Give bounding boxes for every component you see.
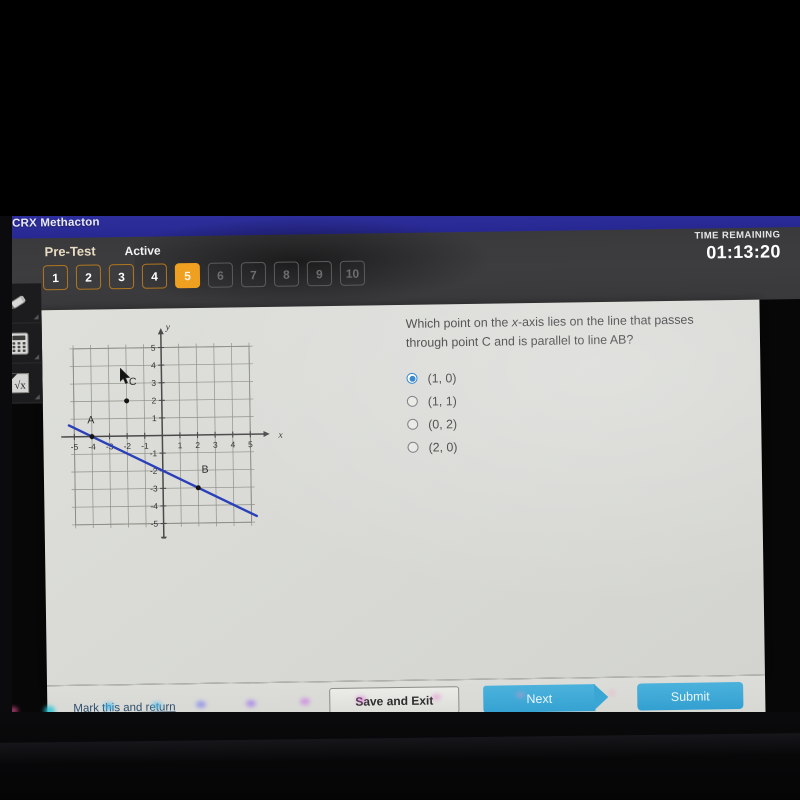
timer-label: TIME REMAINING [694,229,781,242]
test-type-label: Pre-Test [44,243,96,260]
svg-text:-4: -4 [88,442,96,452]
submit-button[interactable]: Submit [637,681,744,711]
coordinate-plane-figure: -5-4-3-2-11234554321-1-2-3-4-5xyABC [54,322,293,543]
banner-title: ner CRX Methacton [0,216,100,231]
svg-text:-5: -5 [71,442,79,452]
save-and-exit-button[interactable]: Save and Exit [329,686,460,716]
test-state-label: Active [124,243,161,259]
svg-text:3: 3 [213,440,218,450]
question-number-7: 7 [240,261,267,288]
svg-text:-4: -4 [150,501,158,511]
svg-text:3: 3 [151,378,156,388]
question-number-nav: 1 2 3 4 5 6 7 8 9 10 [42,260,366,291]
next-button[interactable]: Next [483,684,596,713]
question-number-8: 8 [273,261,300,287]
svg-text:C: C [129,376,137,388]
svg-text:A: A [87,414,94,426]
radio-button-2[interactable] [406,395,418,407]
question-number-5[interactable]: 5 [174,262,201,289]
radio-button-3[interactable] [407,418,419,430]
svg-text:4: 4 [230,439,235,449]
svg-text:-1: -1 [150,448,158,458]
svg-text:4: 4 [151,360,156,370]
question-content-panel: -5-4-3-2-11234554321-1-2-3-4-5xyABC Whic… [41,299,765,686]
timer: TIME REMAINING 01:13:20 [694,229,780,263]
mark-and-return-link[interactable]: Mark this and return [73,701,175,715]
radio-button-4[interactable] [407,441,419,453]
svg-text:2: 2 [195,440,200,450]
svg-text:-1: -1 [141,441,149,451]
svg-text:y: y [165,323,171,333]
answer-label-3: (0, 2) [428,416,458,432]
question-text: Which point on the x-axis lies on the li… [406,310,737,353]
timer-value: 01:13:20 [706,241,781,263]
svg-text:-2: -2 [123,441,131,451]
question-number-10: 10 [339,260,366,286]
photograph-of-screen: ner CRX Methacton Slopes of Parallel and… [0,0,800,800]
svg-text:x: x [277,431,283,441]
question-number-9: 9 [306,260,333,287]
radio-button-1[interactable] [406,372,418,384]
svg-text:1: 1 [152,413,157,423]
svg-text:5: 5 [248,439,253,449]
question-number-1[interactable]: 1 [42,264,69,291]
question-number-3[interactable]: 3 [108,263,135,290]
assessment-toolbar: Pre-Test Active TIME REMAINING 01:13:20 … [0,226,800,311]
screen-bezel-left [0,216,12,716]
svg-text:-5: -5 [151,519,159,529]
screen-bezel-top [0,0,800,216]
footer-button-row: Save and Exit Next Submit [329,681,744,716]
question-number-6: 6 [207,262,234,288]
svg-text:2: 2 [152,395,157,405]
svg-text:1: 1 [178,440,183,450]
svg-text:-3: -3 [150,483,158,493]
question-number-4[interactable]: 4 [141,263,168,289]
question-part-1: Which point on the [405,315,512,331]
answer-label-4: (2, 0) [428,439,458,455]
answer-options: (1, 0) (1, 1) (0, 2) (2, 0) [406,362,707,458]
screen-surface: ner CRX Methacton Slopes of Parallel and… [0,199,800,732]
answer-label-2: (1, 1) [427,393,457,409]
svg-text:B: B [201,464,208,476]
svg-text:5: 5 [151,343,156,353]
svg-text:√x: √x [14,380,26,392]
answer-label-1: (1, 0) [427,370,457,386]
assessment-footer: Mark this and return Save and Exit Next … [47,674,766,732]
answer-option-4[interactable]: (2, 0) [407,431,707,458]
question-number-2[interactable]: 2 [75,264,102,290]
